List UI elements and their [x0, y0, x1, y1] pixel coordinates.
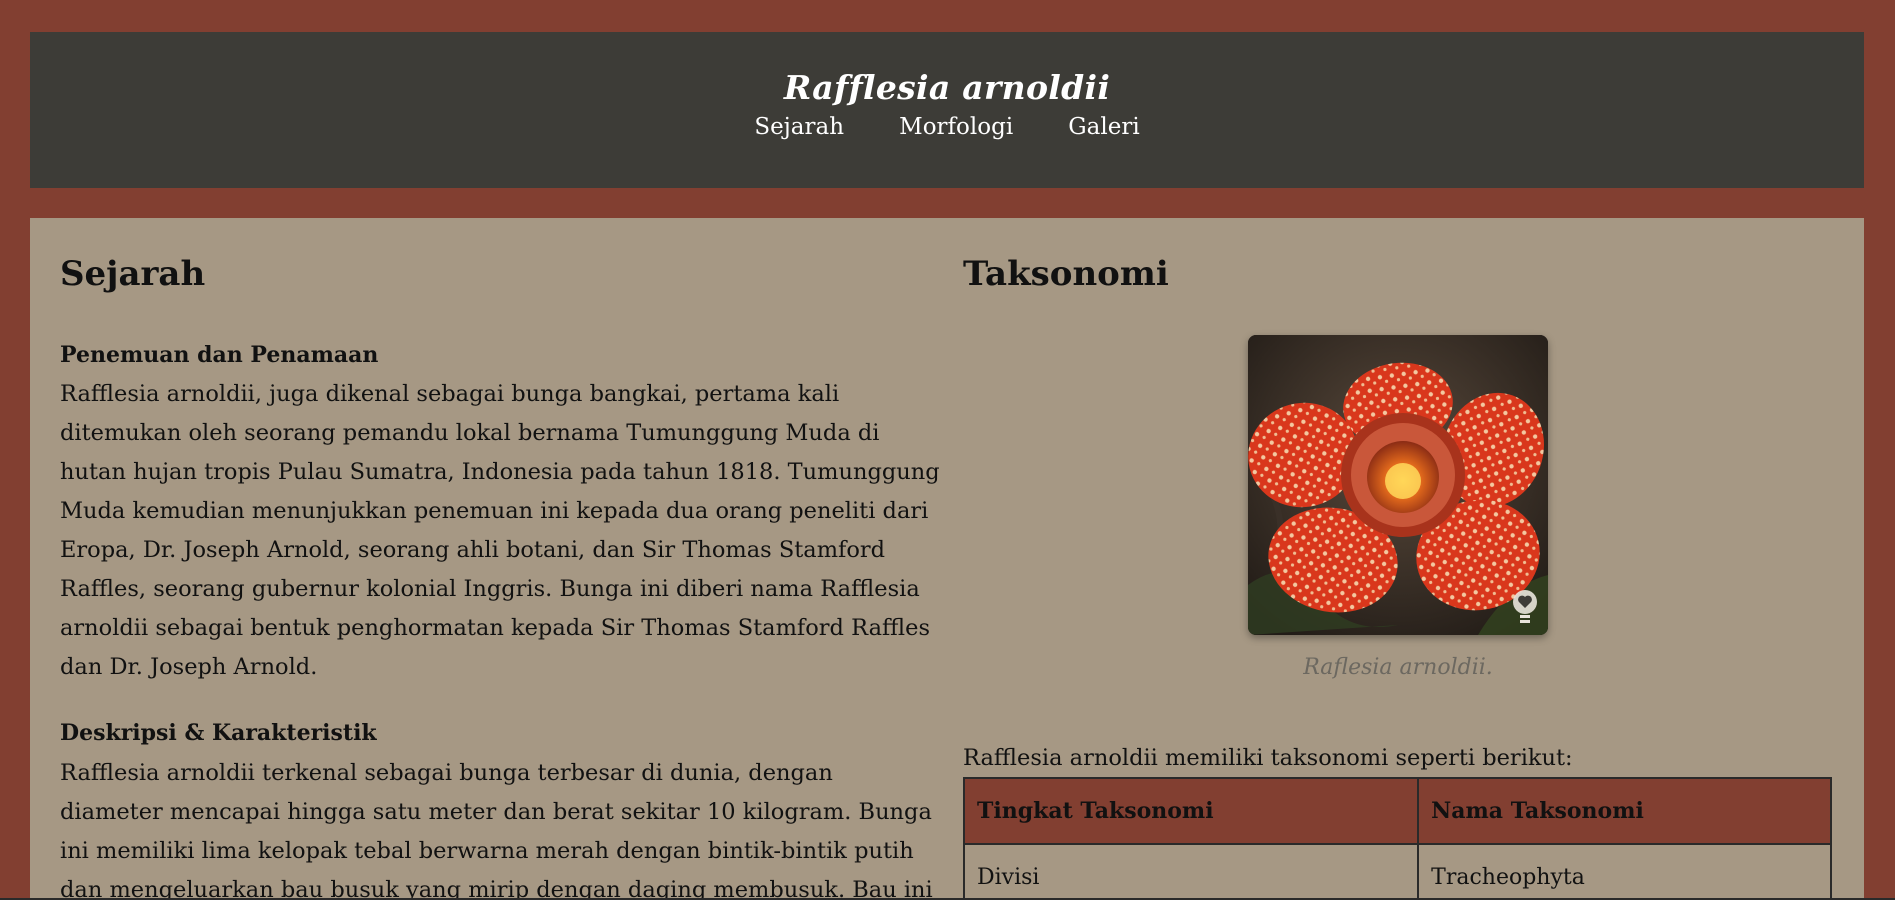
- main-nav: Sejarah Morfologi Galeri: [30, 114, 1864, 140]
- lightbulb-heart-icon[interactable]: [1510, 587, 1540, 627]
- deskripsi-subheading: Deskripsi & Karakteristik: [60, 720, 377, 747]
- deskripsi-paragraph: Rafflesia arnoldii terkenal sebagai bung…: [60, 759, 933, 900]
- table-cell-nama: Tracheophyta: [1417, 843, 1832, 900]
- taksonomi-table: Tingkat Taksonomi Nama Taksonomi Divisi …: [962, 777, 1832, 900]
- photo-caption: Raflesia arnoldii.: [1303, 654, 1493, 680]
- taksonomi-section: Taksonomi Raflesia arnoldii. Rafflesia a…: [962, 218, 1833, 900]
- taksonomi-intro: Rafflesia arnoldii memiliki taksonomi se…: [963, 744, 1573, 771]
- table-row: Divisi Tracheophyta: [962, 843, 1832, 900]
- rafflesia-photo: [1248, 334, 1548, 635]
- table-header-row: Tingkat Taksonomi Nama Taksonomi: [962, 777, 1832, 846]
- site-header: Rafflesia arnoldii Sejarah Morfologi Gal…: [30, 32, 1864, 188]
- penemuan-paragraph: Rafflesia arnoldii, juga dikenal sebagai…: [60, 381, 940, 681]
- table-header-tingkat: Tingkat Taksonomi: [962, 777, 1420, 846]
- nav-link-galeri[interactable]: Galeri: [1068, 114, 1139, 140]
- taksonomi-heading: Taksonomi: [963, 254, 1169, 294]
- photo-container: [963, 334, 1833, 639]
- table-header-nama: Nama Taksonomi: [1417, 777, 1832, 846]
- nav-link-morfologi[interactable]: Morfologi: [899, 114, 1013, 140]
- penemuan-subheading: Penemuan dan Penamaan: [60, 341, 379, 368]
- sejarah-heading: Sejarah: [60, 254, 206, 294]
- nav-link-sejarah[interactable]: Sejarah: [754, 114, 844, 140]
- main-content: Sejarah Penemuan dan Penamaan Rafflesia …: [30, 218, 1864, 900]
- sejarah-section: Sejarah Penemuan dan Penamaan Rafflesia …: [60, 218, 940, 900]
- site-title: Rafflesia arnoldii: [783, 68, 1111, 107]
- table-cell-tingkat: Divisi: [962, 843, 1420, 900]
